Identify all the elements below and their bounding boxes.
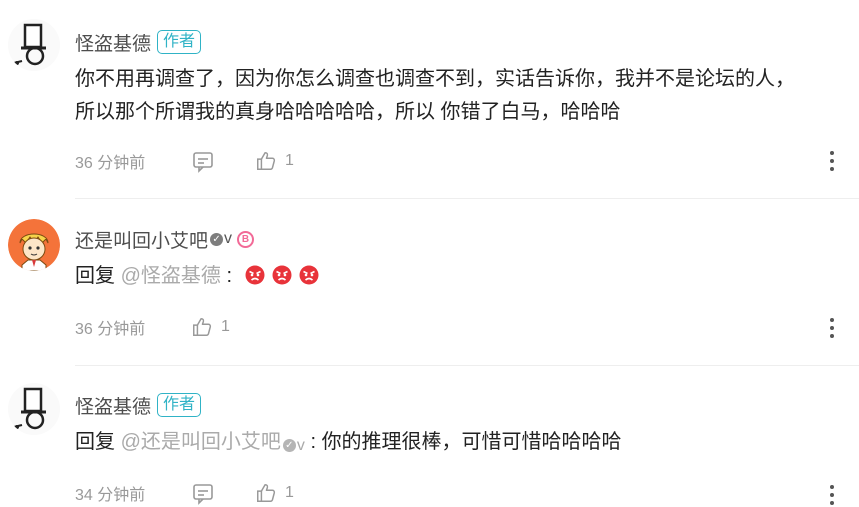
thumbs-up-icon bbox=[257, 484, 276, 502]
reply-prefix: 回复 bbox=[75, 265, 115, 287]
comment-text-line: 你不用再调查了，因为你怎么调查也调查不到，实话告诉你，我并不是论坛的人， bbox=[75, 68, 795, 90]
author-badge: 作者 bbox=[157, 30, 202, 54]
comment-footer: 36 分钟前 1 bbox=[75, 315, 230, 339]
comment-text: 回复 @还是叫回小艾吧 ✓ v : 你的推理很棒，可惜可惜哈哈哈哈 bbox=[75, 426, 622, 462]
angry-face-icon bbox=[272, 265, 292, 285]
divider bbox=[75, 198, 859, 199]
more-options-icon[interactable] bbox=[826, 484, 838, 506]
author-badge: 作者 bbox=[157, 393, 202, 417]
author-name[interactable]: 怪盗基德 bbox=[75, 29, 151, 56]
avatar[interactable] bbox=[8, 219, 60, 271]
like-button[interactable]: 1 bbox=[255, 150, 294, 172]
like-count: 1 bbox=[285, 484, 294, 501]
reply-prefix: 回复 bbox=[75, 431, 115, 453]
comment-header: 怪盗基德 作者 bbox=[75, 392, 202, 419]
verified-mark: ✓ v bbox=[210, 230, 232, 248]
timestamp: 36 分钟前 bbox=[75, 155, 146, 172]
like-count: 1 bbox=[285, 152, 294, 169]
verified-icon: ✓ bbox=[282, 439, 296, 452]
timestamp: 36 分钟前 bbox=[75, 321, 146, 338]
angry-face-icon bbox=[299, 265, 319, 285]
timestamp: 34 分钟前 bbox=[75, 487, 146, 504]
angry-face-icon bbox=[245, 265, 265, 285]
mention-link[interactable]: @怪盗基德 bbox=[121, 265, 221, 287]
comment-header: 还是叫回小艾吧 ✓ v B bbox=[75, 226, 255, 253]
author-name[interactable]: 怪盗基德 bbox=[75, 392, 151, 419]
more-options-icon[interactable] bbox=[826, 317, 838, 339]
verified-letter: v bbox=[296, 437, 305, 454]
like-button[interactable]: 1 bbox=[255, 482, 294, 504]
comment-text-line: 所以那个所谓我的真身哈哈哈哈哈，所以 你错了白马，哈哈哈 bbox=[75, 101, 621, 123]
comment-header: 怪盗基德 作者 bbox=[75, 29, 202, 56]
avatar[interactable] bbox=[8, 19, 60, 71]
like-count: 1 bbox=[221, 318, 230, 335]
separator: : bbox=[310, 431, 316, 453]
level-badge: B bbox=[237, 230, 255, 248]
reply-icon[interactable] bbox=[191, 481, 215, 505]
separator: : bbox=[226, 265, 232, 287]
avatar[interactable] bbox=[8, 383, 60, 435]
like-button[interactable]: 1 bbox=[191, 316, 230, 338]
reply-icon[interactable] bbox=[191, 149, 215, 173]
comment-footer: 34 分钟前 1 bbox=[75, 481, 294, 505]
thumbs-up-icon bbox=[193, 318, 212, 336]
thumbs-up-icon bbox=[257, 152, 276, 170]
comment-body: 你的推理很棒，可惜可惜哈哈哈哈 bbox=[321, 431, 622, 453]
divider bbox=[75, 365, 859, 366]
comment-footer: 36 分钟前 1 bbox=[75, 149, 294, 173]
comment-text: 你不用再调查了，因为你怎么调查也调查不到，实话告诉你，我并不是论坛的人， 所以那… bbox=[75, 63, 795, 129]
verified-mark: ✓ v bbox=[282, 429, 305, 462]
verified-icon: ✓ bbox=[210, 232, 224, 246]
verified-letter: v bbox=[224, 230, 233, 247]
more-options-icon[interactable] bbox=[826, 150, 838, 172]
mention-link[interactable]: @还是叫回小艾吧 bbox=[121, 431, 281, 453]
author-name[interactable]: 还是叫回小艾吧 bbox=[75, 226, 208, 253]
comment-text: 回复 @怪盗基德 : bbox=[75, 260, 319, 293]
